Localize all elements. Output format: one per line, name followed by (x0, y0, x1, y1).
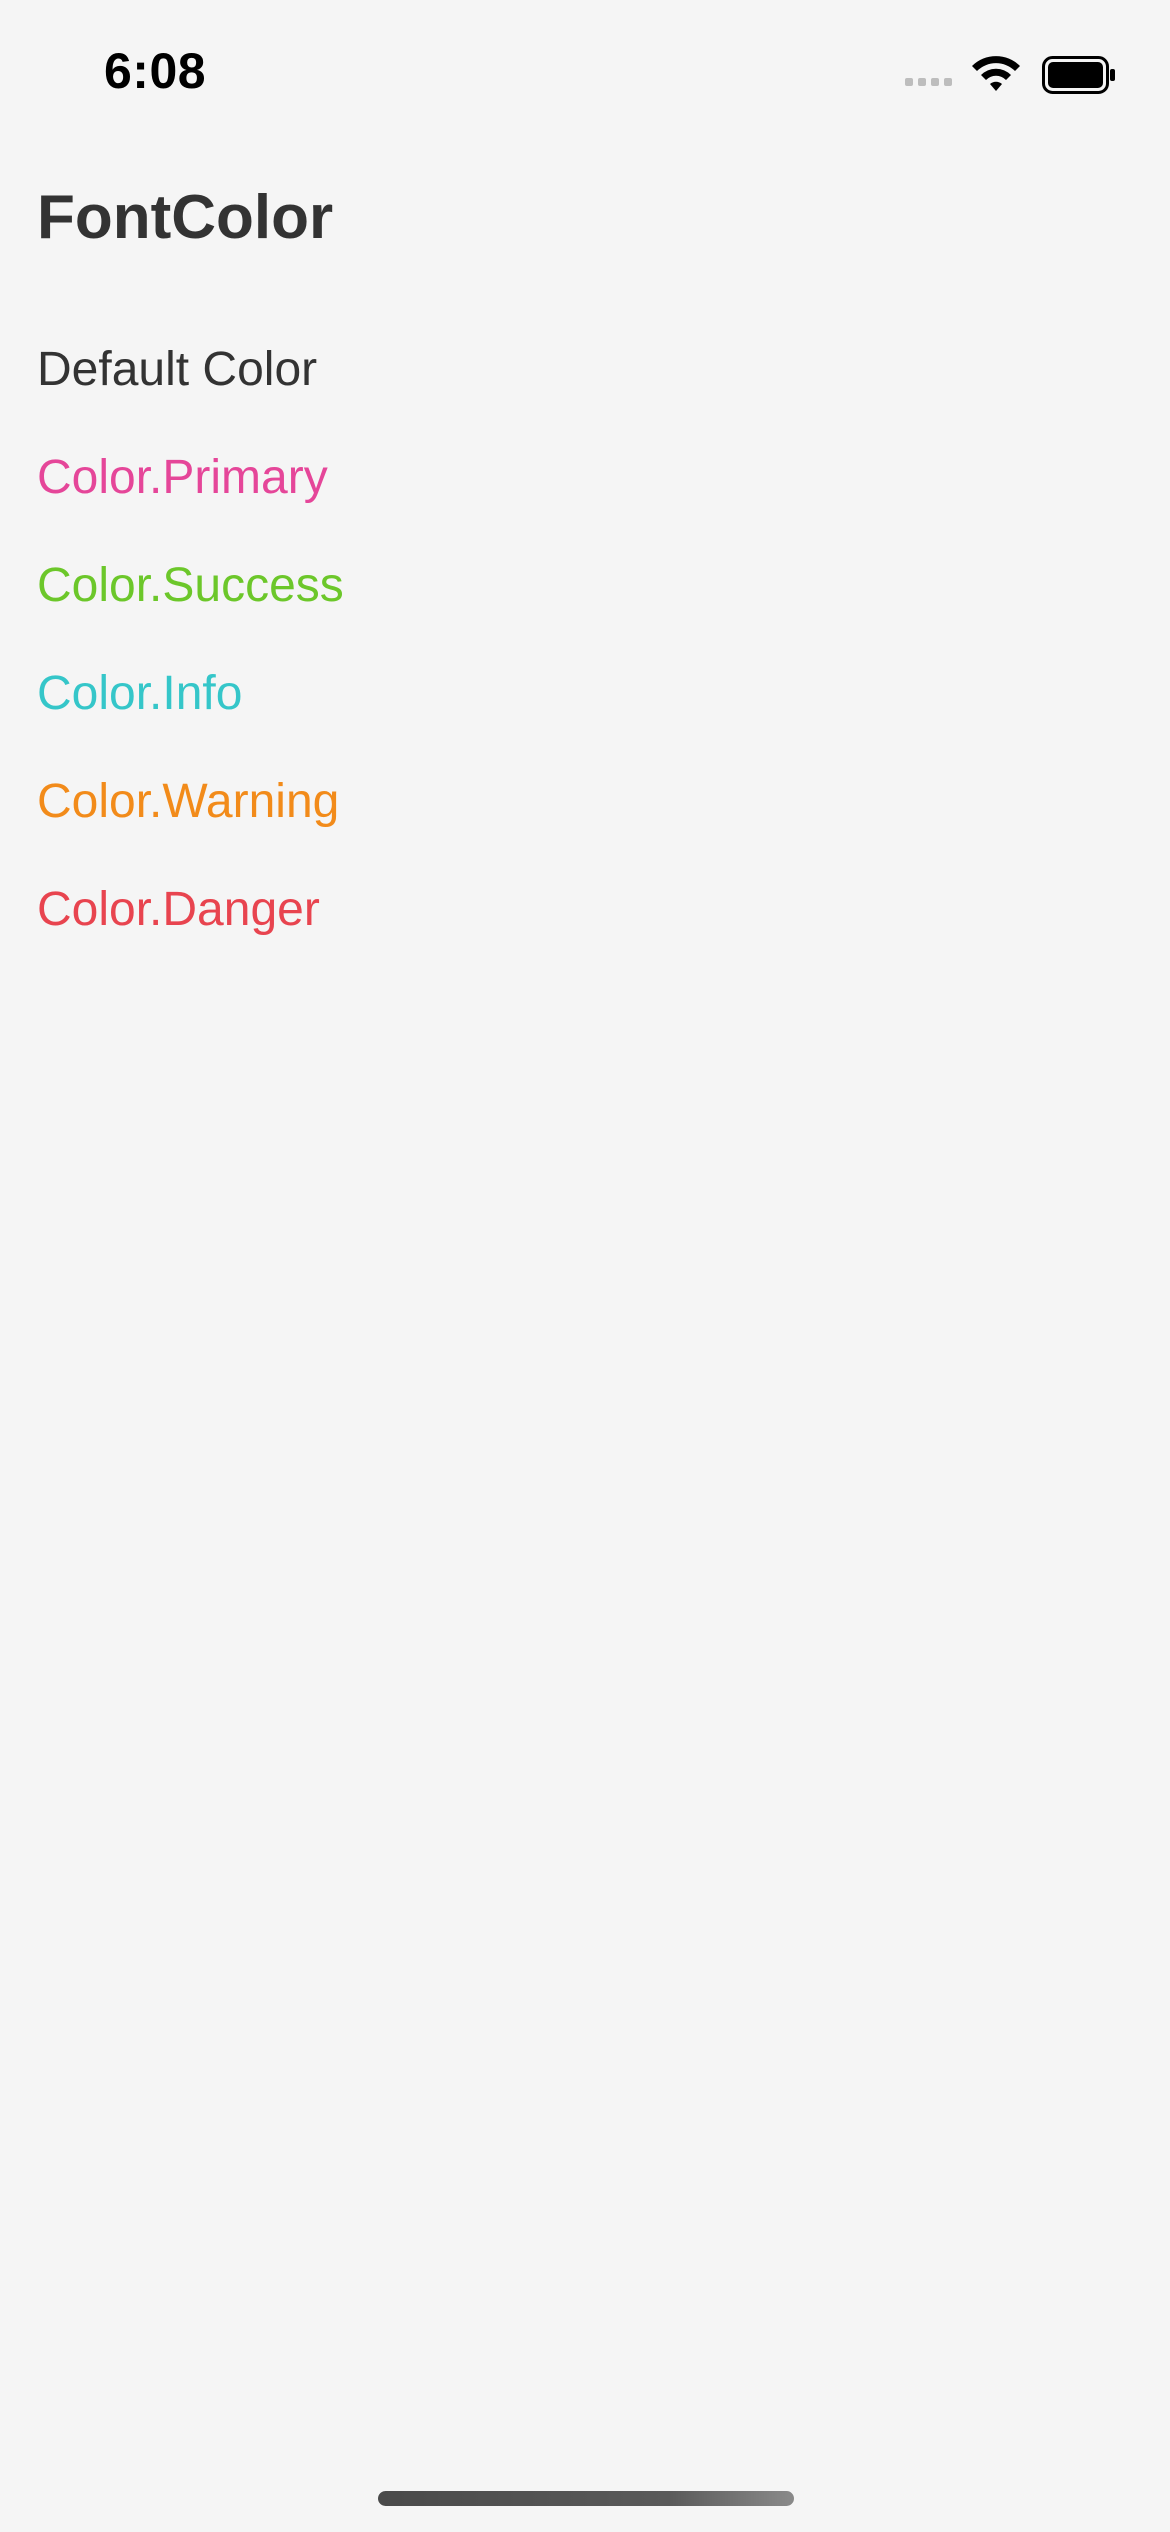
cellular-signal-icon (905, 78, 952, 86)
color-item-primary: Color.Primary (37, 451, 328, 504)
home-indicator[interactable] (378, 2491, 794, 2506)
color-item-danger: Color.Danger (37, 883, 320, 936)
color-item-info: Color.Info (37, 667, 243, 720)
status-icons (905, 55, 1116, 95)
battery-icon (1042, 56, 1115, 94)
color-item-warning: Color.Warning (37, 775, 340, 828)
color-list: Default Color Color.Primary Color.Succes… (37, 338, 344, 986)
wifi-icon (972, 56, 1020, 91)
color-item-default: Default Color (37, 343, 318, 396)
color-item-success: Color.Success (37, 559, 344, 612)
status-time: 6:08 (104, 43, 207, 99)
page-title: FontColor (37, 183, 334, 252)
status-bar: 6:08 (0, 0, 1170, 150)
